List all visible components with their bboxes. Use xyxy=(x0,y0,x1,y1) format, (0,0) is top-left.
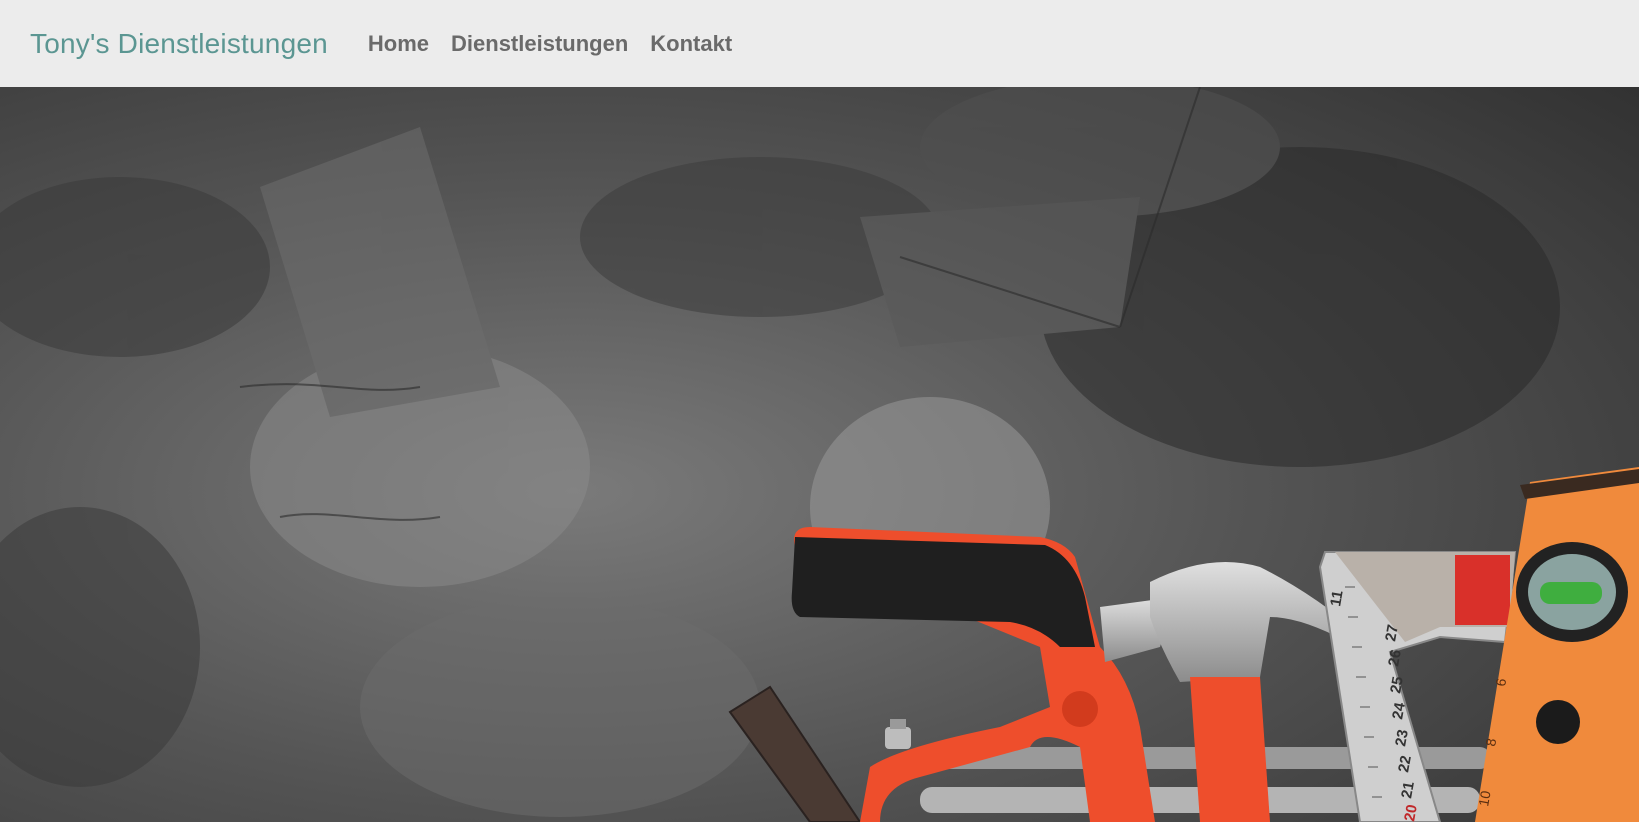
nav-link-home[interactable]: Home xyxy=(368,31,429,57)
hero-tools-illustration: 11 27 26 25 24 23 22 21 20 6 8 10 xyxy=(0,87,1639,822)
svg-text:25: 25 xyxy=(1387,675,1407,694)
svg-text:21: 21 xyxy=(1398,780,1418,799)
svg-text:10: 10 xyxy=(1475,789,1493,807)
svg-text:20: 20 xyxy=(1401,803,1421,822)
brand-logo-link[interactable]: Tony's Dienstleistungen xyxy=(30,28,328,60)
nav-link-kontakt[interactable]: Kontakt xyxy=(650,31,732,57)
nav-links: Home Dienstleistungen Kontakt xyxy=(368,31,754,57)
svg-text:27: 27 xyxy=(1382,623,1402,642)
hero-image: 11 27 26 25 24 23 22 21 20 6 8 10 xyxy=(0,87,1639,822)
nav-link-dienstleistungen[interactable]: Dienstleistungen xyxy=(451,31,628,57)
top-navbar: Tony's Dienstleistungen Home Dienstleist… xyxy=(0,0,1639,87)
svg-text:22: 22 xyxy=(1395,754,1415,773)
svg-text:26: 26 xyxy=(1385,648,1405,667)
svg-text:11: 11 xyxy=(1327,589,1346,608)
svg-text:23: 23 xyxy=(1392,728,1412,747)
